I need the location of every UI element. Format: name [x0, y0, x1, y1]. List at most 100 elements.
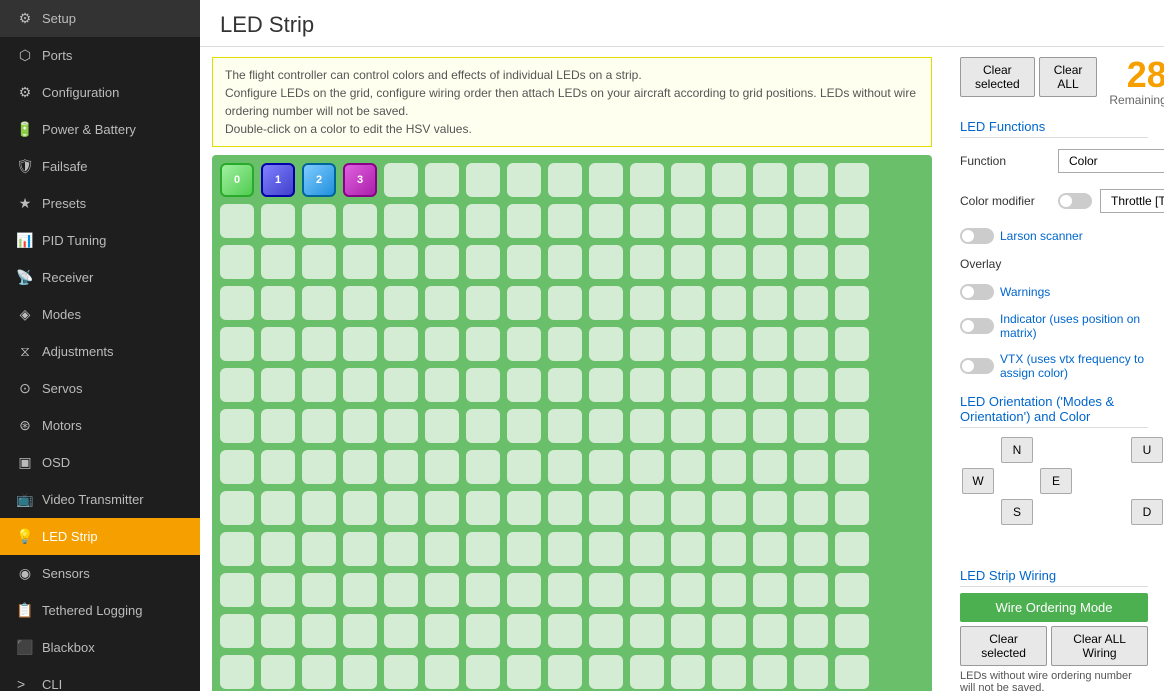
led-cell[interactable]: [630, 163, 664, 197]
led-cell[interactable]: [548, 532, 582, 566]
led-cell[interactable]: [589, 450, 623, 484]
led-cell[interactable]: [589, 573, 623, 607]
led-cell[interactable]: [425, 614, 459, 648]
led-cell[interactable]: [753, 286, 787, 320]
led-cell[interactable]: [548, 204, 582, 238]
led-cell[interactable]: [302, 573, 336, 607]
led-cell[interactable]: [630, 409, 664, 443]
led-cell[interactable]: [630, 204, 664, 238]
led-cell[interactable]: [548, 163, 582, 197]
led-cell[interactable]: [466, 614, 500, 648]
led-cell[interactable]: [671, 655, 705, 689]
sidebar-item-motors[interactable]: ⊛Motors: [0, 407, 200, 444]
led-cell[interactable]: [507, 655, 541, 689]
led-cell[interactable]: [343, 491, 377, 525]
led-cell[interactable]: [507, 409, 541, 443]
led-cell[interactable]: [671, 491, 705, 525]
led-cell[interactable]: [384, 450, 418, 484]
led-cell[interactable]: [835, 245, 869, 279]
led-cell[interactable]: [425, 450, 459, 484]
led-cell[interactable]: [425, 368, 459, 402]
led-cell[interactable]: 0: [220, 163, 254, 197]
color-modifier-toggle[interactable]: [1058, 193, 1092, 209]
led-cell[interactable]: [794, 204, 828, 238]
led-cell[interactable]: [794, 491, 828, 525]
led-cell[interactable]: [794, 163, 828, 197]
led-cell[interactable]: [835, 163, 869, 197]
sidebar-item-osd[interactable]: ▣OSD: [0, 444, 200, 481]
sidebar-item-power-battery[interactable]: 🔋Power & Battery: [0, 111, 200, 148]
vtx-toggle[interactable]: [960, 358, 994, 374]
led-cell[interactable]: [507, 614, 541, 648]
led-cell[interactable]: [302, 286, 336, 320]
sidebar-item-led-strip[interactable]: 💡LED Strip: [0, 518, 200, 555]
led-cell[interactable]: [343, 532, 377, 566]
led-cell[interactable]: [425, 163, 459, 197]
led-cell[interactable]: [753, 368, 787, 402]
led-cell[interactable]: [712, 655, 746, 689]
led-cell[interactable]: [753, 409, 787, 443]
led-cell[interactable]: [507, 286, 541, 320]
sidebar-item-failsafe[interactable]: 🛡Failsafe: [0, 148, 200, 185]
led-cell[interactable]: [630, 245, 664, 279]
led-cell[interactable]: [671, 368, 705, 402]
led-cell[interactable]: [794, 368, 828, 402]
led-cell[interactable]: [589, 368, 623, 402]
led-cell[interactable]: [548, 655, 582, 689]
led-cell[interactable]: [794, 450, 828, 484]
led-cell[interactable]: [712, 286, 746, 320]
led-cell[interactable]: [466, 368, 500, 402]
led-cell[interactable]: [384, 491, 418, 525]
led-cell[interactable]: 3: [343, 163, 377, 197]
led-cell[interactable]: [835, 573, 869, 607]
led-cell[interactable]: [343, 368, 377, 402]
led-cell[interactable]: [548, 409, 582, 443]
led-cell[interactable]: [712, 614, 746, 648]
led-cell[interactable]: [712, 368, 746, 402]
led-cell[interactable]: [835, 532, 869, 566]
led-cell[interactable]: [712, 491, 746, 525]
led-cell[interactable]: [835, 368, 869, 402]
led-cell[interactable]: [753, 573, 787, 607]
led-cell[interactable]: [425, 491, 459, 525]
led-cell[interactable]: [712, 450, 746, 484]
led-cell[interactable]: [630, 368, 664, 402]
led-cell[interactable]: [794, 614, 828, 648]
led-cell[interactable]: [384, 286, 418, 320]
led-cell[interactable]: [507, 368, 541, 402]
led-cell[interactable]: [220, 368, 254, 402]
led-cell[interactable]: [630, 573, 664, 607]
led-cell[interactable]: [671, 409, 705, 443]
led-cell[interactable]: [302, 532, 336, 566]
led-cell[interactable]: [302, 409, 336, 443]
led-cell[interactable]: [589, 409, 623, 443]
warnings-toggle[interactable]: [960, 284, 994, 300]
led-cell[interactable]: [220, 327, 254, 361]
led-cell[interactable]: [712, 409, 746, 443]
led-cell[interactable]: [302, 655, 336, 689]
clear-selected-button[interactable]: Clear selected: [960, 57, 1035, 97]
led-cell[interactable]: [425, 573, 459, 607]
led-cell[interactable]: [589, 532, 623, 566]
led-cell[interactable]: [507, 245, 541, 279]
sidebar-item-pid-tuning[interactable]: 📊PID Tuning: [0, 222, 200, 259]
wire-ordering-button[interactable]: Wire Ordering Mode: [960, 593, 1148, 622]
led-cell[interactable]: [630, 327, 664, 361]
led-cell[interactable]: [302, 368, 336, 402]
led-cell[interactable]: [343, 327, 377, 361]
led-cell[interactable]: [261, 245, 295, 279]
led-cell[interactable]: [220, 655, 254, 689]
compass-d-button[interactable]: D: [1131, 499, 1163, 525]
sidebar-item-sensors[interactable]: ◉Sensors: [0, 555, 200, 592]
led-cell[interactable]: [384, 573, 418, 607]
led-cell[interactable]: [302, 491, 336, 525]
led-cell[interactable]: [466, 327, 500, 361]
led-cell[interactable]: [302, 327, 336, 361]
sidebar-item-receiver[interactable]: 📡Receiver: [0, 259, 200, 296]
led-cell[interactable]: [466, 409, 500, 443]
led-cell[interactable]: 1: [261, 163, 295, 197]
led-cell[interactable]: [794, 573, 828, 607]
led-cell[interactable]: [671, 163, 705, 197]
led-cell[interactable]: [466, 286, 500, 320]
led-cell[interactable]: [302, 245, 336, 279]
